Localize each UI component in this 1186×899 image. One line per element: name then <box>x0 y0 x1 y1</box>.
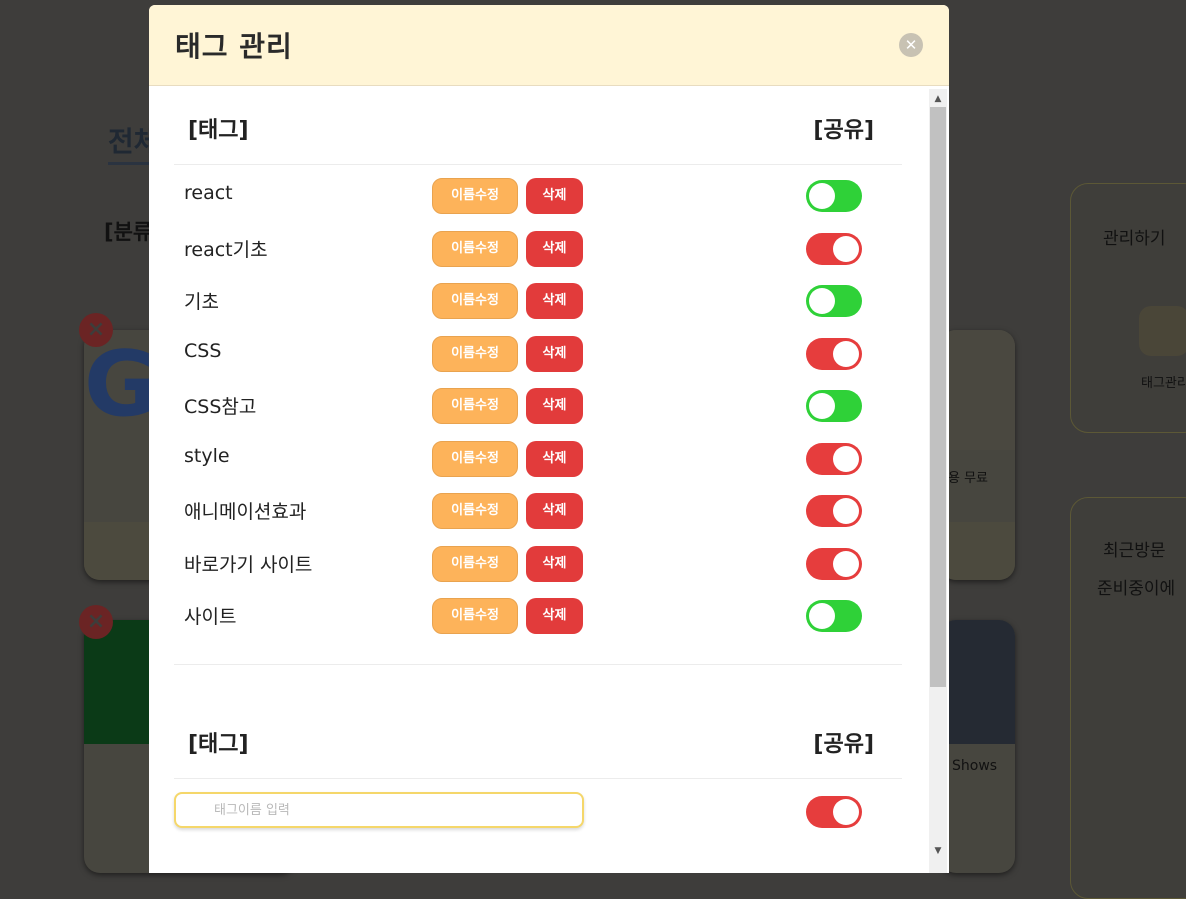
delete-button[interactable]: 삭제 <box>526 178 583 214</box>
rename-button[interactable]: 이름수정 <box>432 388 518 424</box>
tag-name: 애니메이션효과 <box>184 501 307 523</box>
rename-button[interactable]: 이름수정 <box>432 440 518 477</box>
delete-button[interactable]: 삭제 <box>526 493 583 529</box>
scroll-up-icon[interactable]: ▲ <box>929 91 947 107</box>
delete-button[interactable]: 삭제 <box>526 230 583 267</box>
delete-button[interactable]: 삭제 <box>526 283 583 319</box>
share-toggle[interactable] <box>806 180 862 212</box>
share-toggle[interactable] <box>806 337 862 370</box>
rename-button[interactable]: 이름수정 <box>432 493 518 529</box>
share-column-label: [공유] <box>813 118 874 143</box>
new-tag-header: [태그] [공유] <box>174 718 902 779</box>
recent-panel: 최근방문 준비중이에 <box>1070 497 1186 899</box>
tag-name: 사이트 <box>184 606 237 628</box>
share-toggle[interactable] <box>806 442 862 475</box>
remove-card-icon[interactable]: × <box>79 605 113 639</box>
tag-name: 바로가기 사이트 <box>184 553 313 576</box>
bookmark-card[interactable]: Shows <box>940 620 1015 873</box>
scrollbar-thumb[interactable] <box>930 107 946 687</box>
scrollbar[interactable]: ▲ ▼ <box>929 89 947 873</box>
category-label: [분류 <box>104 220 153 244</box>
share-toggle[interactable] <box>806 495 862 527</box>
delete-button[interactable]: 삭제 <box>526 440 583 477</box>
tag-name: 기초 <box>184 291 219 313</box>
close-icon[interactable]: ✕ <box>899 33 923 57</box>
rename-button[interactable]: 이름수정 <box>432 335 518 372</box>
tag-row: 바로가기 사이트 이름수정 삭제 <box>174 538 902 590</box>
delete-button[interactable]: 삭제 <box>526 335 583 372</box>
tag-row: 사이트 이름수정 삭제 <box>174 590 902 642</box>
share-toggle[interactable] <box>806 796 862 828</box>
tag-name: CSS <box>184 339 222 362</box>
tag-list-header: [태그] [공유] <box>174 104 902 165</box>
share-column-label: [공유] <box>813 732 874 757</box>
tag-row: CSS참고 이름수정 삭제 <box>174 380 902 432</box>
delete-button[interactable]: 삭제 <box>526 388 583 424</box>
tag-name: CSS참고 <box>184 396 257 418</box>
new-tag-share-row <box>174 786 902 838</box>
tag-row: 기초 이름수정 삭제 <box>174 275 902 327</box>
tag-icon[interactable] <box>1139 306 1186 356</box>
share-toggle[interactable] <box>806 600 862 632</box>
tag-name: react <box>184 182 233 204</box>
tag-row: CSS 이름수정 삭제 <box>174 328 902 380</box>
tag-manage-modal: 태그 관리 ✕ [태그] [공유] react 이름수정 삭제 react기초 이름수정… <box>149 5 949 873</box>
modal-title: 태그 관리 <box>175 30 293 63</box>
tag-column-label: [태그] <box>188 732 249 757</box>
delete-button[interactable]: 삭제 <box>526 598 583 634</box>
tag-row: react 이름수정 삭제 <box>174 170 902 222</box>
rename-button[interactable]: 이름수정 <box>432 283 518 319</box>
modal-body: [태그] [공유] react 이름수정 삭제 react기초 이름수정 삭제 기초 이름수정… <box>149 86 949 873</box>
tag-row: 애니메이션효과 이름수정 삭제 <box>174 485 902 537</box>
rename-button[interactable]: 이름수정 <box>432 598 518 634</box>
rename-button[interactable]: 이름수정 <box>432 178 518 214</box>
share-toggle[interactable] <box>806 547 862 580</box>
rename-button[interactable]: 이름수정 <box>432 230 518 267</box>
rename-button[interactable]: 이름수정 <box>432 545 518 582</box>
delete-button[interactable]: 삭제 <box>526 545 583 582</box>
tag-column-label: [태그] <box>188 118 249 143</box>
bookmark-card[interactable]: 용 무료 <box>940 330 1015 580</box>
tag-name: react기초 <box>184 238 268 261</box>
remove-card-icon[interactable]: × <box>79 313 113 347</box>
share-toggle[interactable] <box>806 390 862 422</box>
tag-row: react기초 이름수정 삭제 <box>174 223 902 275</box>
tag-name: style <box>184 444 230 467</box>
manage-panel: 관리하기 태그관리 <box>1070 183 1186 433</box>
tag-row: style 이름수정 삭제 <box>174 433 902 485</box>
modal-header: 태그 관리 ✕ <box>149 5 949 86</box>
divider <box>174 664 902 665</box>
scroll-down-icon[interactable]: ▼ <box>929 843 947 859</box>
share-toggle[interactable] <box>806 285 862 317</box>
share-toggle[interactable] <box>806 232 862 265</box>
